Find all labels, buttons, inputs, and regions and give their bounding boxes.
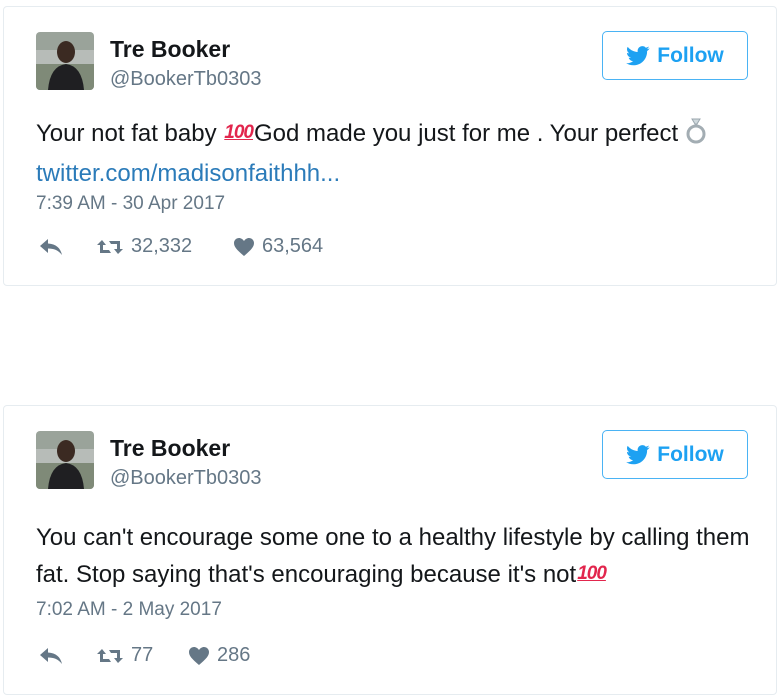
tweet-text: You can't encourage some one to a health… bbox=[36, 520, 756, 593]
reply-action[interactable] bbox=[38, 238, 96, 256]
like-count: 286 bbox=[217, 644, 251, 666]
tweet-text-part2: God made you just for me . Your perfect bbox=[253, 120, 679, 147]
reply-action[interactable] bbox=[38, 647, 96, 665]
tweet-text-part1: You can't encourage some one to a health… bbox=[36, 524, 750, 588]
retweet-count: 32,332 bbox=[131, 235, 193, 257]
hundred-points-icon: 100 bbox=[224, 122, 254, 143]
like-count: 63,564 bbox=[262, 235, 324, 257]
follow-label: Follow bbox=[657, 442, 724, 466]
like-action[interactable]: 63,564 bbox=[233, 235, 323, 258]
user-handle[interactable]: @BookerTb0303 bbox=[110, 466, 262, 490]
tweet-timestamp[interactable]: 7:02 AM - 2 May 2017 bbox=[36, 599, 222, 621]
follow-button[interactable]: Follow bbox=[602, 430, 748, 479]
user-handle[interactable]: @BookerTb0303 bbox=[110, 67, 262, 91]
like-action[interactable]: 286 bbox=[188, 644, 250, 667]
user-name[interactable]: Tre Booker bbox=[110, 35, 230, 63]
heart-icon bbox=[189, 646, 209, 665]
retweet-icon bbox=[97, 239, 123, 254]
tweet-text: Your not fat baby 100God made you just f… bbox=[36, 115, 756, 192]
retweet-action[interactable]: 32,332 bbox=[96, 235, 233, 258]
follow-button[interactable]: Follow bbox=[602, 31, 748, 80]
ring-icon bbox=[686, 117, 706, 156]
tweet-card: Tre Booker @BookerTb0303 Follow Your not… bbox=[3, 6, 777, 286]
tweet-card: Tre Booker @BookerTb0303 Follow You can'… bbox=[3, 405, 777, 695]
retweet-icon bbox=[97, 648, 123, 663]
reply-icon bbox=[40, 647, 62, 664]
twitter-bird-icon bbox=[626, 444, 650, 464]
follow-label: Follow bbox=[657, 43, 724, 67]
tweet-link[interactable]: twitter.com/madisonfaithhh... bbox=[36, 156, 756, 192]
avatar[interactable] bbox=[36, 32, 94, 90]
tweet-actions: 32,332 63,564 bbox=[38, 235, 323, 258]
user-name[interactable]: Tre Booker bbox=[110, 434, 230, 462]
heart-icon bbox=[234, 237, 254, 256]
hundred-points-icon: 100 bbox=[577, 563, 607, 584]
tweet-text-part1: Your not fat baby bbox=[36, 120, 224, 147]
tweet-timestamp[interactable]: 7:39 AM - 30 Apr 2017 bbox=[36, 193, 225, 215]
avatar[interactable] bbox=[36, 431, 94, 489]
retweet-count: 77 bbox=[131, 644, 154, 666]
reply-icon bbox=[40, 238, 62, 255]
retweet-action[interactable]: 77 bbox=[96, 644, 188, 667]
tweet-actions: 77 286 bbox=[38, 644, 250, 667]
twitter-bird-icon bbox=[626, 45, 650, 65]
